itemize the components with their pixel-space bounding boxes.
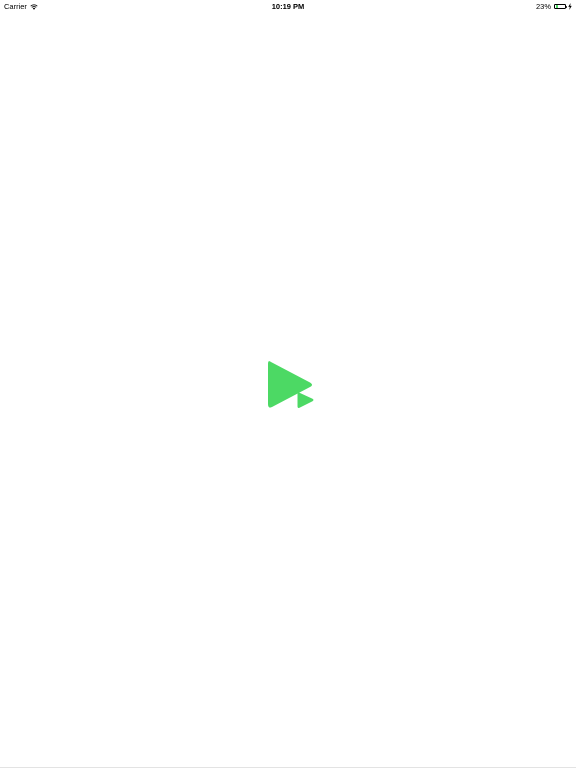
battery-icon: [554, 3, 568, 10]
status-bar: Carrier 10:19 PM 23%: [0, 0, 576, 12]
splash-screen: Carrier 10:19 PM 23%: [0, 0, 576, 768]
logo-small-triangle: [297, 392, 314, 408]
battery-fill: [555, 5, 558, 8]
charging-bolt-icon: [568, 3, 572, 10]
status-time: 10:19 PM: [271, 2, 305, 11]
status-right: 23%: [536, 2, 572, 11]
battery-nub: [566, 5, 568, 9]
battery-percent: 23%: [535, 2, 551, 11]
play-logo-icon: [264, 355, 318, 413]
